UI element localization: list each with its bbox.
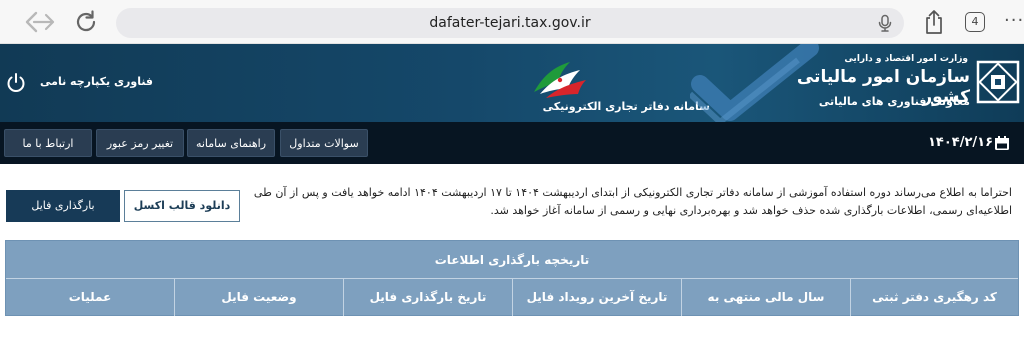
department-name: معاونت فناوری های مالیاتی — [818, 95, 970, 108]
more-icon[interactable]: ··· — [1004, 10, 1024, 31]
ministry-name: وزارت امور اقتصاد و دارایی — [844, 54, 968, 64]
download-excel-template-button[interactable]: دانلود قالب اکسل — [124, 190, 240, 222]
forward-arrow-icon[interactable] — [30, 8, 58, 36]
url-text: dafater-tejari.tax.gov.ir — [429, 15, 591, 31]
column-header-upload-date: تاریخ بارگذاری فایل — [343, 279, 512, 316]
table-title: تاریخچه بارگذاری اطلاعات — [6, 241, 1018, 279]
power-icon[interactable] — [5, 72, 27, 94]
column-header-file-status: وضعیت فایل — [174, 279, 343, 316]
microphone-icon[interactable] — [876, 14, 894, 32]
tax-organization-logo-icon — [976, 60, 1020, 104]
announcement-text: احتراما به اطلاع می‌رساند دوره استفاده آ… — [253, 186, 1012, 217]
upload-file-button[interactable]: بارگذاری فایل — [6, 190, 120, 222]
site-header: فناوری یکپارچه نامی سامانه دفاتر تجاری ا… — [0, 44, 1024, 122]
system-name: سامانه دفاتر تجاری الکترونیکی — [542, 100, 710, 113]
reload-icon[interactable] — [72, 8, 100, 36]
calendar-icon — [994, 135, 1010, 151]
nav-faq[interactable]: سوالات متداول — [280, 129, 368, 157]
main-navigation: ارتباط با ما تغییر رمز عبور راهنمای ساما… — [0, 122, 1024, 164]
nav-system-guide[interactable]: راهنمای سامانه — [187, 129, 275, 157]
column-header-last-event-date: تاریخ آخرین رویداد فایل — [512, 279, 681, 316]
column-header-tracking-code: کد رهگیری دفتر ثبتی — [850, 279, 1018, 316]
column-header-operations: عملیات — [68, 290, 112, 304]
flag-logo-icon — [530, 54, 590, 102]
vendor-label: فناوری یکپارچه نامی — [40, 75, 154, 88]
upload-history-table: تاریخچه بارگذاری اطلاعات کد رهگیری دفتر … — [5, 240, 1019, 316]
nav-contact-us[interactable]: ارتباط با ما — [4, 129, 92, 157]
current-date: ۱۴۰۴/۲/۱۶ — [928, 135, 994, 150]
tabs-icon[interactable]: 4 — [965, 12, 985, 32]
column-header-fiscal-year: سال مالی منتهی به — [681, 279, 850, 316]
address-bar[interactable]: dafater-tejari.tax.gov.ir — [116, 8, 904, 38]
nav-change-password[interactable]: تغییر رمز عبور — [96, 129, 184, 157]
share-icon[interactable] — [922, 9, 946, 35]
browser-toolbar: dafater-tejari.tax.gov.ir 4 ··· — [0, 0, 1024, 44]
